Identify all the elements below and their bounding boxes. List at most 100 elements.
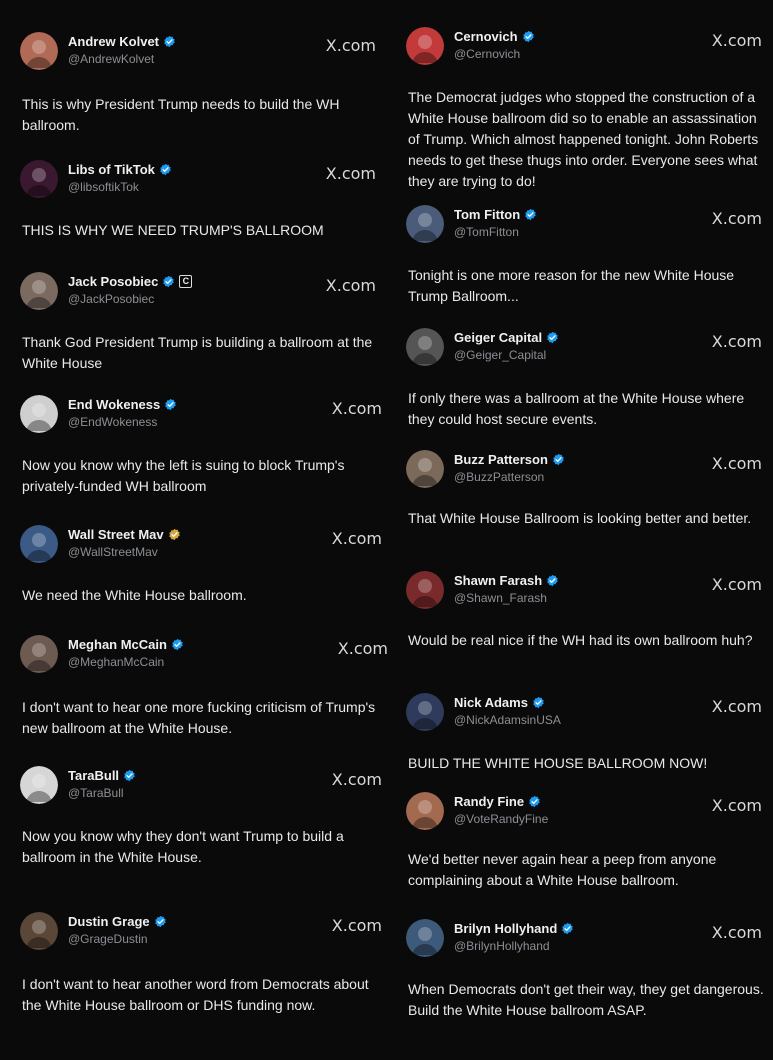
tweet-card[interactable]: Wall Street Mav @WallStreetMav X.com We nee… — [10, 523, 382, 603]
tweet-card[interactable]: Nick Adams @NickAdamsinUSA X.com BUILD THE … — [396, 691, 766, 771]
author-row: Jack Posobiec C — [68, 274, 193, 289]
avatar[interactable] — [20, 912, 58, 950]
author-name[interactable]: TaraBull — [68, 768, 119, 783]
author-handle[interactable]: @JackPosobiec — [68, 292, 154, 306]
avatar[interactable] — [406, 571, 444, 609]
verified-badge-icon — [552, 453, 565, 466]
author-name[interactable]: Jack Posobiec — [68, 274, 158, 289]
author-name[interactable]: Geiger Capital — [454, 330, 542, 345]
author-name[interactable]: Meghan McCain — [68, 637, 167, 652]
tweet-card[interactable]: Brilyn Hollyhand @BrilynHollyhand X.com Whe… — [396, 917, 766, 1018]
tweet-card[interactable]: Geiger Capital @Geiger_Capital X.com If onl… — [396, 326, 766, 427]
avatar[interactable] — [20, 32, 58, 70]
x-logo-label: X.com — [337, 639, 388, 658]
author-handle[interactable]: @GrageDustin — [68, 932, 148, 946]
avatar[interactable] — [406, 919, 444, 957]
author-name[interactable]: Cernovich — [454, 29, 518, 44]
avatar[interactable] — [406, 328, 444, 366]
x-logo-label: X.com — [711, 575, 762, 594]
author-row: Randy Fine — [454, 794, 541, 809]
tweet-card[interactable]: End Wokeness @EndWokeness X.com Now you kno… — [10, 393, 382, 494]
avatar[interactable] — [406, 693, 444, 731]
x-logo-label: X.com — [711, 796, 762, 815]
verified-badge-icon — [168, 528, 181, 541]
author-name[interactable]: Wall Street Mav — [68, 527, 164, 542]
x-logo-label: X.com — [711, 332, 762, 351]
tweet-text: THIS IS WHY WE NEED TRUMP'S BALLROOM — [22, 222, 324, 238]
tweet-card[interactable]: Buzz Patterson @BuzzPatterson X.com That Wh… — [396, 448, 766, 526]
tweet-header: Tom Fitton @TomFitton X.com — [396, 203, 766, 243]
tweet-header: Dustin Grage @GrageDustin X.com — [10, 910, 382, 950]
avatar[interactable] — [406, 792, 444, 830]
author-handle[interactable]: @BuzzPatterson — [454, 470, 544, 484]
verified-badge-icon — [163, 35, 176, 48]
avatar[interactable] — [20, 766, 58, 804]
avatar[interactable] — [20, 395, 58, 433]
author-row: Dustin Grage — [68, 914, 167, 929]
author-handle[interactable]: @TaraBull — [68, 786, 124, 800]
tweet-text: When Democrats don't get their way, they… — [408, 981, 764, 1018]
author-row: End Wokeness — [68, 397, 177, 412]
author-row: Buzz Patterson — [454, 452, 565, 467]
tweet-text: Now you know why the left is suing to bl… — [22, 457, 345, 494]
author-name[interactable]: End Wokeness — [68, 397, 160, 412]
verified-badge-icon — [159, 163, 172, 176]
author-handle[interactable]: @Shawn_Farash — [454, 591, 547, 605]
avatar[interactable] — [20, 272, 58, 310]
author-name[interactable]: Tom Fitton — [454, 207, 520, 222]
author-name[interactable]: Buzz Patterson — [454, 452, 548, 467]
tweet-header: Nick Adams @NickAdamsinUSA X.com — [396, 691, 766, 731]
author-handle[interactable]: @Geiger_Capital — [454, 348, 546, 362]
author-name[interactable]: Shawn Farash — [454, 573, 542, 588]
verified-badge-icon — [164, 398, 177, 411]
author-row: Tom Fitton — [454, 207, 537, 222]
tweet-card[interactable]: TaraBull @TaraBull X.com Now you know why t… — [10, 764, 382, 865]
x-logo-label: X.com — [331, 916, 382, 935]
verified-badge-icon — [528, 795, 541, 808]
author-handle[interactable]: @Cernovich — [454, 47, 520, 61]
author-handle[interactable]: @libsoftikTok — [68, 180, 139, 194]
verified-badge-icon — [524, 208, 537, 221]
author-name[interactable]: Libs of TikTok — [68, 162, 155, 177]
tweet-card[interactable]: Shawn Farash @Shawn_Farash X.com Would be r… — [396, 569, 766, 648]
author-row: Brilyn Hollyhand — [454, 921, 574, 936]
author-handle[interactable]: @NickAdamsinUSA — [454, 713, 561, 727]
x-logo-label: X.com — [711, 31, 762, 50]
author-name[interactable]: Nick Adams — [454, 695, 528, 710]
verified-badge-icon — [162, 275, 175, 288]
tweet-card[interactable]: Randy Fine @VoteRandyFine X.com We'd better… — [396, 790, 766, 888]
avatar[interactable] — [406, 27, 444, 65]
tweet-header: Libs of TikTok @libsoftikTok X.com — [10, 158, 380, 198]
author-handle[interactable]: @AndrewKolvet — [68, 52, 154, 66]
author-row: Andrew Kolvet — [68, 34, 176, 49]
avatar[interactable] — [20, 160, 58, 198]
verified-badge-icon — [123, 769, 136, 782]
tweet-card[interactable]: Jack Posobiec C @JackPosobiec X.com Thank Go… — [10, 270, 380, 371]
author-handle[interactable]: @BrilynHollyhand — [454, 939, 550, 953]
author-handle[interactable]: @MeghanMcCain — [68, 655, 164, 669]
avatar[interactable] — [406, 205, 444, 243]
tweet-card[interactable]: Cernovich @Cernovich X.com The Democrat jud… — [396, 25, 766, 189]
author-name[interactable]: Brilyn Hollyhand — [454, 921, 557, 936]
tweet-header: Andrew Kolvet @AndrewKolvet X.com — [10, 30, 380, 70]
x-logo-label: X.com — [331, 529, 382, 548]
tweet-card[interactable]: Libs of TikTok @libsoftikTok X.com THIS IS … — [10, 158, 380, 238]
author-row: Libs of TikTok — [68, 162, 172, 177]
tweet-card[interactable]: Andrew Kolvet @AndrewKolvet X.com This is w… — [10, 30, 380, 133]
tweet-text: If only there was a ballroom at the Whit… — [408, 390, 745, 427]
tweet-card[interactable]: Meghan McCain @MeghanMcCain X.com I don't w… — [10, 633, 388, 736]
avatar[interactable] — [20, 635, 58, 673]
avatar[interactable] — [406, 450, 444, 488]
x-logo-label: X.com — [331, 399, 382, 418]
avatar[interactable] — [20, 525, 58, 563]
tweet-card[interactable]: Tom Fitton @TomFitton X.com Tonight is one … — [396, 203, 766, 304]
author-handle[interactable]: @VoteRandyFine — [454, 812, 548, 826]
author-name[interactable]: Dustin Grage — [68, 914, 150, 929]
author-name[interactable]: Randy Fine — [454, 794, 524, 809]
author-handle[interactable]: @WallStreetMav — [68, 545, 158, 559]
tweet-header: Brilyn Hollyhand @BrilynHollyhand X.com — [396, 917, 766, 957]
author-handle[interactable]: @TomFitton — [454, 225, 519, 239]
tweet-card[interactable]: Dustin Grage @GrageDustin X.com I don't wan… — [10, 910, 382, 1013]
author-name[interactable]: Andrew Kolvet — [68, 34, 159, 49]
author-handle[interactable]: @EndWokeness — [68, 415, 157, 429]
